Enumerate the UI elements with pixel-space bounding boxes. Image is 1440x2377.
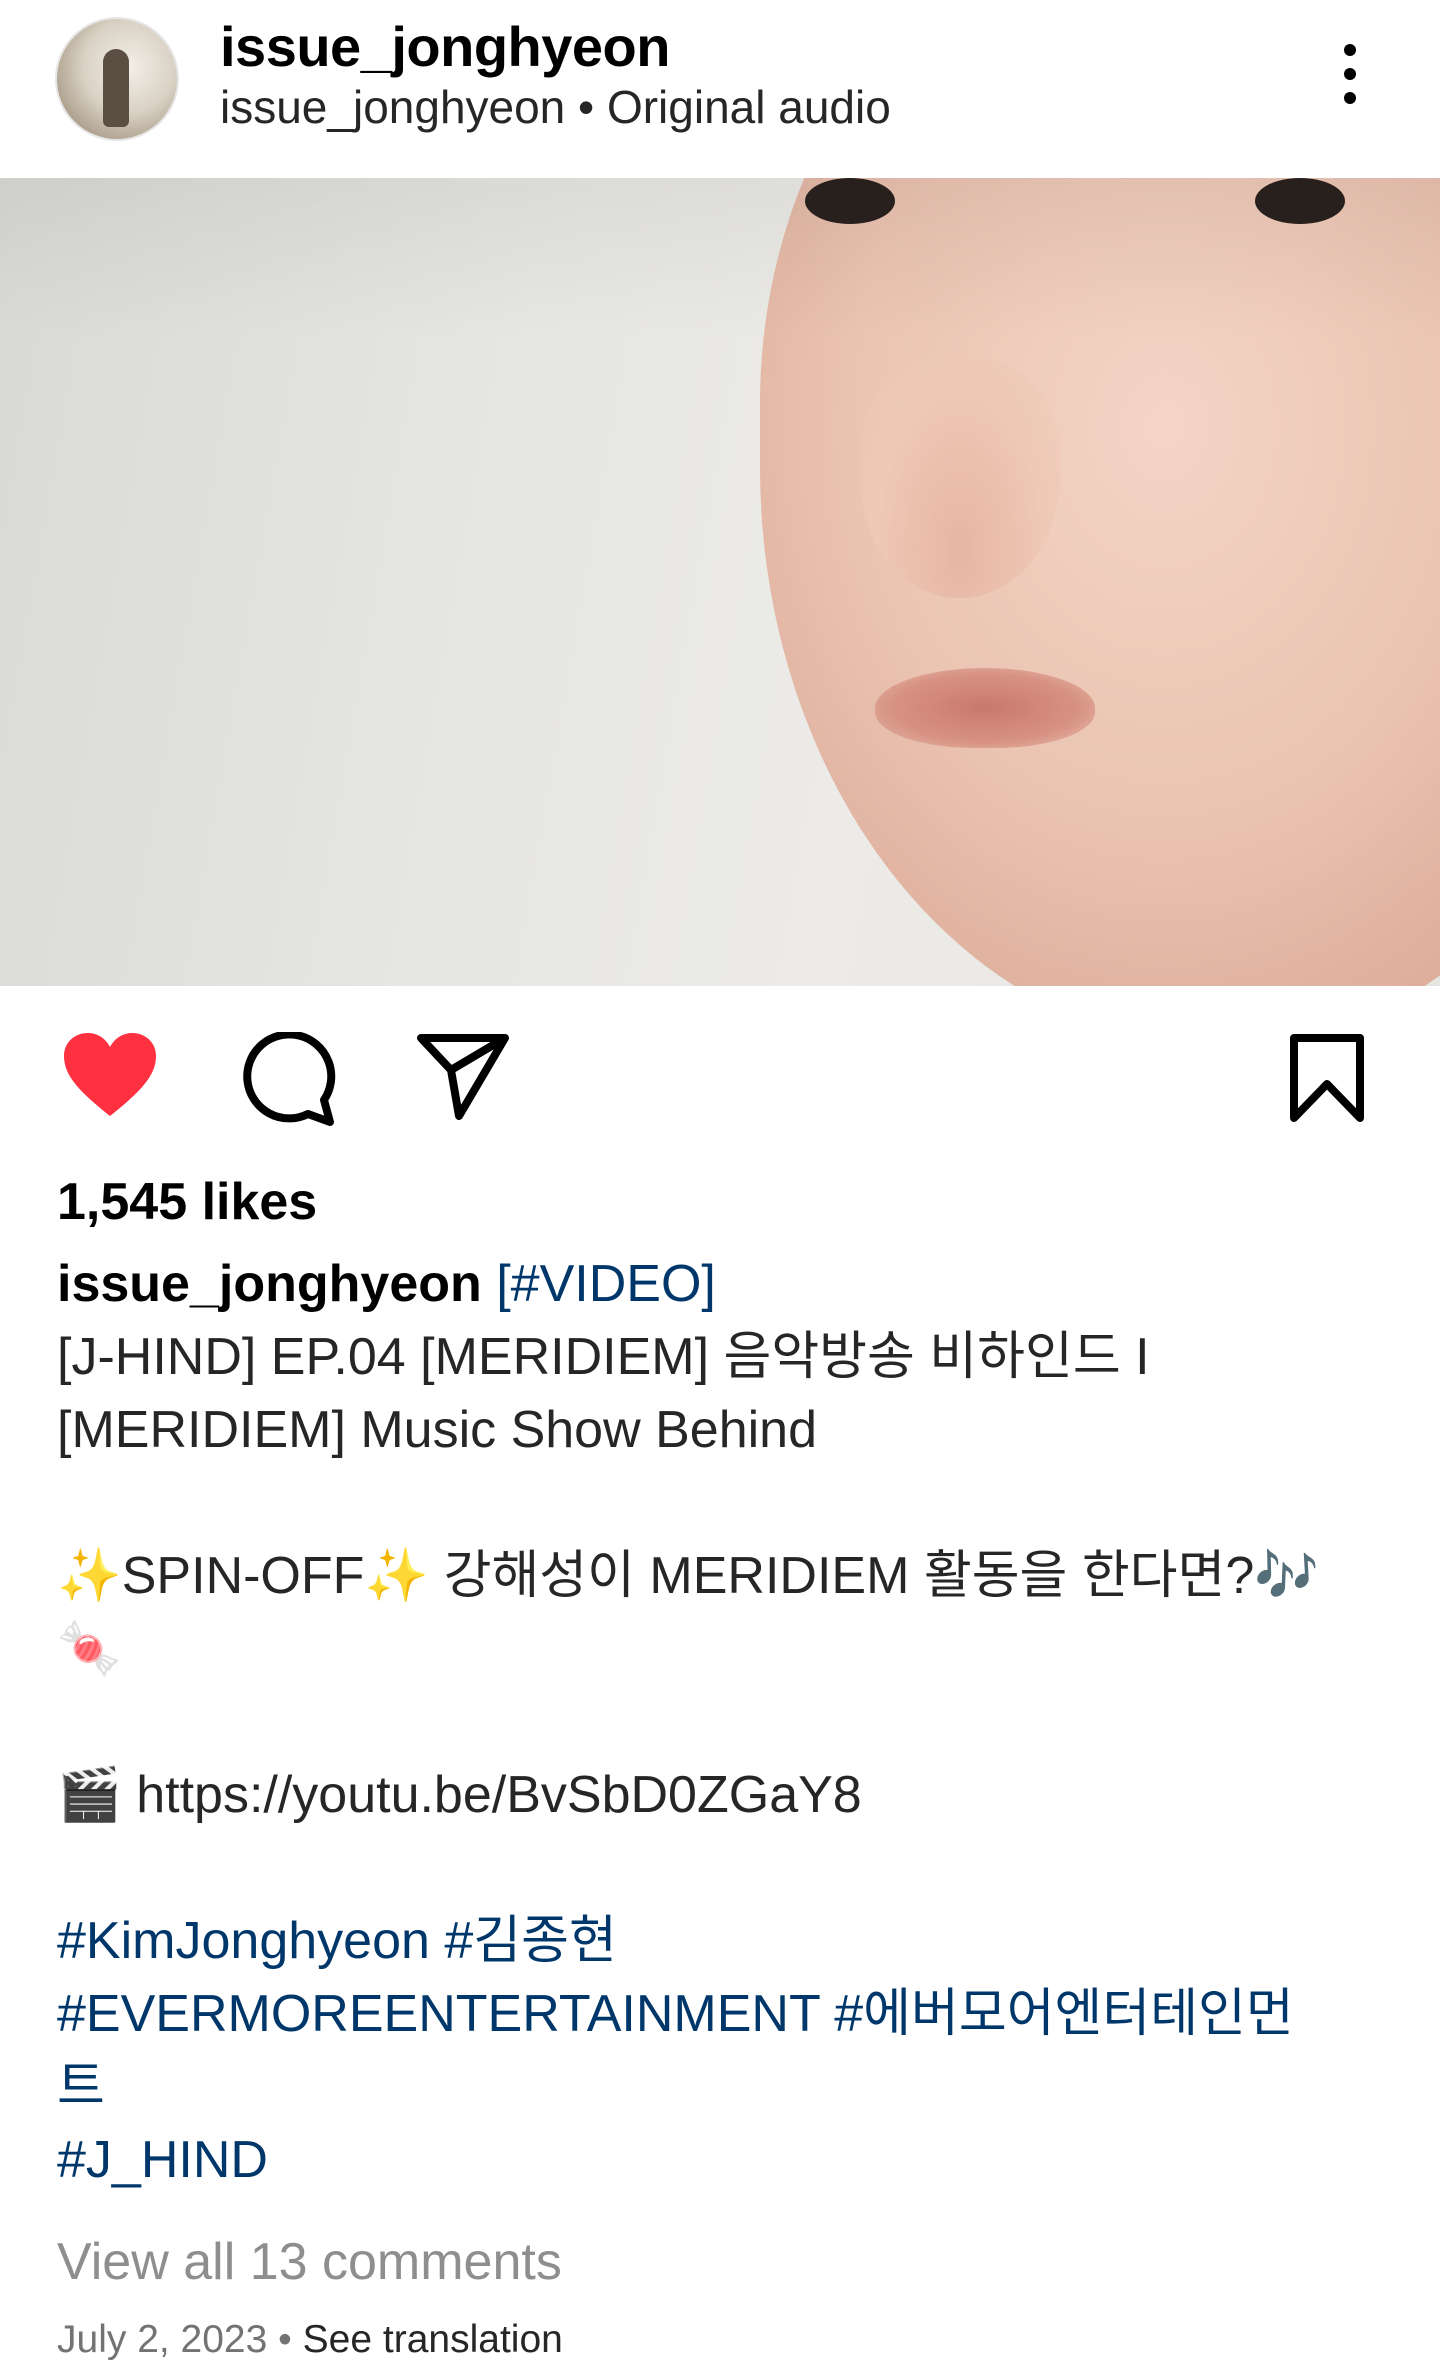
hashtag-line-4: #J_HIND — [57, 2124, 1387, 2197]
audio-separator: • — [565, 81, 607, 133]
hashtag-kimjonghyeon[interactable]: #KimJonghyeon — [57, 1912, 430, 1970]
meta-separator: • — [278, 2318, 292, 2361]
post-meta: July 2, 2023 • See translation — [57, 2318, 563, 2362]
audio-owner: issue_jonghyeon — [220, 81, 566, 133]
bookmark-icon[interactable] — [1288, 1032, 1366, 1124]
likes-count[interactable]: 1,545 likes — [57, 1172, 317, 1232]
hashtag-evermore[interactable]: #EVERMOREENTERTAINMENT — [57, 1985, 820, 2043]
post-header: issue_jonghyeon issue_jonghyeon • Origin… — [0, 0, 1440, 178]
audio-info[interactable]: issue_jonghyeon • Original audio — [220, 80, 891, 134]
avatar[interactable] — [55, 17, 179, 141]
comment-icon[interactable] — [240, 1032, 336, 1126]
youtube-link[interactable]: https://youtu.be/BvSbD0ZGaY8 — [136, 1766, 862, 1824]
hashtag-line-1: #KimJonghyeon #김종현 — [57, 1905, 1387, 1978]
header-username[interactable]: issue_jonghyeon — [220, 14, 670, 79]
video-shadow — [0, 178, 1440, 986]
view-all-comments-link[interactable]: View all 13 comments — [57, 2232, 562, 2292]
hashtag-evermore-korean[interactable]: #에버모어엔터테인먼 — [834, 1985, 1293, 2043]
hashtag-line-2: #EVERMOREENTERTAINMENT #에버모어엔터테인먼 — [57, 1978, 1387, 2051]
caption-video-tag[interactable]: [#VIDEO] — [496, 1255, 716, 1313]
spin-off-text: SPIN-OFF — [121, 1547, 365, 1605]
see-translation-link[interactable]: See translation — [303, 2318, 563, 2361]
caption-spinoff-line: ✨SPIN-OFF✨ 강해성이 MERIDIEM 활동을 한다면?🎶 — [57, 1540, 1387, 1613]
caption-link-line: 🎬 https://youtu.be/BvSbD0ZGaY8 — [57, 1759, 1387, 1832]
audio-label: Original audio — [606, 81, 891, 133]
hashtag-evermore-korean-cont[interactable]: 트 — [57, 2058, 105, 2116]
caption-first-line: issue_jonghyeon [#VIDEO] — [57, 1248, 1387, 1321]
hashtag-kimjonghyeon-korean[interactable]: #김종현 — [444, 1912, 616, 1970]
clapper-board-icon: 🎬 — [57, 1765, 122, 1825]
sparkle-icon: ✨ — [364, 1546, 430, 1606]
hashtag-jhind[interactable]: #J_HIND — [57, 2131, 268, 2189]
action-bar — [0, 1010, 1440, 1140]
post-video[interactable] — [0, 178, 1440, 986]
sparkle-icon: ✨ — [57, 1546, 122, 1606]
candy-icon: 🍬 — [57, 1619, 122, 1679]
caption-title-line-1: [J-HIND] EP.04 [MERIDIEM] 음악방송 비하인드 I — [57, 1328, 1150, 1386]
hashtag-line-3: 트 — [57, 2051, 1387, 2124]
music-notes-icon: 🎶 — [1254, 1546, 1320, 1606]
caption-candy-line: 🍬 — [57, 1613, 1387, 1686]
caption-title-line-2: [MERIDIEM] Music Show Behind — [57, 1401, 818, 1459]
post-caption: issue_jonghyeon [#VIDEO] [J-HIND] EP.04 … — [57, 1248, 1387, 2197]
avatar-figure — [103, 49, 129, 127]
korean-question: 강해성이 MERIDIEM 활동을 한다면? — [443, 1547, 1255, 1605]
post-date: July 2, 2023 — [57, 2318, 268, 2361]
send-icon[interactable] — [415, 1032, 511, 1122]
heart-filled-icon[interactable] — [60, 1030, 160, 1120]
caption-author[interactable]: issue_jonghyeon — [57, 1255, 482, 1313]
more-vertical-icon[interactable] — [1320, 38, 1380, 110]
